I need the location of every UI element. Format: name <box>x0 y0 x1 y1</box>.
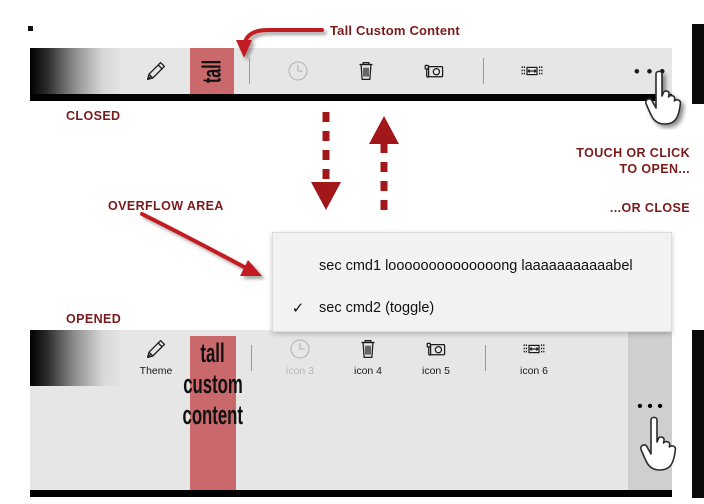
opened-command-icon3: icon 3 <box>266 336 334 377</box>
opened-command-theme-label: Theme <box>139 365 173 377</box>
screenshot-root: tall • • • Theme tall custom content ico… <box>0 0 704 504</box>
fit-width-icon <box>519 336 549 362</box>
clock-icon <box>285 58 311 84</box>
closed-command-icon5[interactable] <box>400 58 468 84</box>
closed-bar-drop-shadow <box>30 94 672 101</box>
annotation-touch-open-line1: TOUCH OR CLICK <box>576 146 690 160</box>
closed-command-bar[interactable]: tall • • • <box>30 48 672 101</box>
opened-bar-left-fade <box>30 330 122 386</box>
opened-command-icon5-label: icon 5 <box>421 365 451 377</box>
clock-icon <box>287 336 313 362</box>
opened-bar-commands: Theme tall custom content icon 3 icon 4 … <box>122 330 672 490</box>
opened-command-bar[interactable]: Theme tall custom content icon 3 icon 4 … <box>30 330 672 497</box>
closed-tall-custom-content: tall <box>190 48 234 94</box>
fit-width-icon <box>517 58 547 84</box>
opened-command-icon3-label: icon 3 <box>285 365 315 377</box>
pencil-icon <box>143 58 169 84</box>
hand-cursor-closed <box>644 70 682 125</box>
opened-command-theme[interactable]: Theme <box>122 336 190 377</box>
annotation-tall-custom-content: Tall Custom Content <box>330 23 460 38</box>
frame-right-edge-2 <box>692 330 704 498</box>
annotation-closed: CLOSED <box>66 109 121 123</box>
closed-separator-1 <box>234 58 264 84</box>
opened-command-icon6-label: icon 6 <box>519 365 549 377</box>
opened-bar-drop-shadow <box>30 490 672 497</box>
closed-command-theme[interactable] <box>122 58 190 84</box>
closed-command-icon3 <box>264 58 332 84</box>
pencil-icon <box>143 336 169 362</box>
arrow-overflow-area <box>140 212 262 276</box>
flyout-item-sec-cmd1[interactable]: sec cmd1 loooooooooooooong laaaaaaaaaaab… <box>273 245 671 287</box>
overflow-flyout-menu[interactable]: sec cmd1 loooooooooooooong laaaaaaaaaaab… <box>272 232 672 332</box>
annotation-opened: OPENED <box>66 312 122 326</box>
opened-tall-custom-content: tall custom content <box>183 336 243 490</box>
frame-corner-mark <box>28 26 33 31</box>
annotation-overflow-area: OVERFLOW AREA <box>108 199 224 213</box>
flyout-item-1-label: sec cmd1 loooooooooooooong laaaaaaaaaaab… <box>319 258 633 274</box>
frame-right-edge <box>692 24 704 104</box>
annotation-or-close: ...OR CLOSE <box>609 201 690 215</box>
tall-line-2: custom <box>183 369 243 399</box>
trash-icon <box>355 336 381 362</box>
flyout-item-2-label: sec cmd2 (toggle) <box>319 300 435 316</box>
tall-line-3: content <box>182 400 244 430</box>
camera-icon <box>423 336 449 362</box>
opened-command-icon4-label: icon 4 <box>353 365 383 377</box>
closed-command-icon4[interactable] <box>332 58 400 84</box>
closed-separator-2 <box>468 58 498 84</box>
hand-cursor-opened <box>639 416 677 471</box>
trash-icon <box>353 58 379 84</box>
checkmark-icon: ✓ <box>291 300 305 317</box>
opened-separator-2 <box>470 336 500 380</box>
tall-custom-content-text: tall <box>196 59 227 83</box>
flyout-item-sec-cmd2[interactable]: ✓ sec cmd2 (toggle) <box>273 287 671 329</box>
camera-icon <box>421 58 447 84</box>
closed-bar-left-fade <box>30 48 122 94</box>
arrow-open-down <box>311 112 341 210</box>
tall-line-1: tall <box>200 338 226 368</box>
closed-bar-commands: tall <box>122 48 672 94</box>
annotation-touch-open-line2: TO OPEN... <box>619 162 690 176</box>
opened-command-icon4[interactable]: icon 4 <box>334 336 402 377</box>
opened-command-icon6[interactable]: icon 6 <box>500 336 568 377</box>
closed-command-icon6[interactable] <box>498 58 566 84</box>
opened-command-icon5[interactable]: icon 5 <box>402 336 470 377</box>
